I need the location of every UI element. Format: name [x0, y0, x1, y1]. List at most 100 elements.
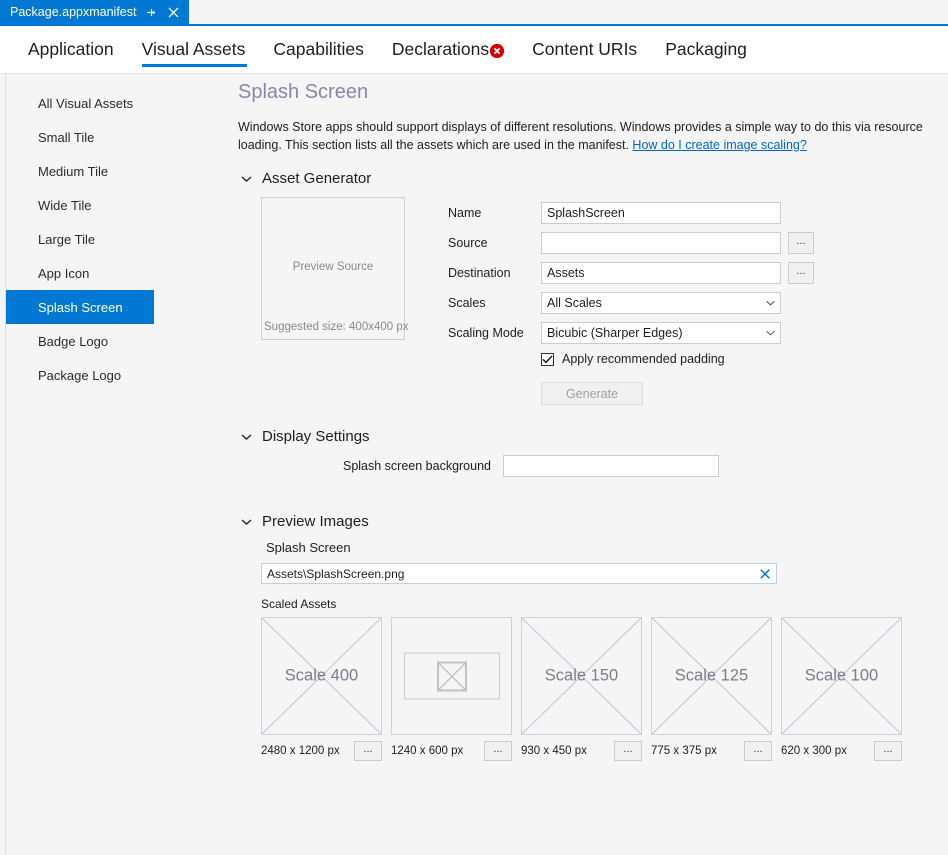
sidebar-item-label: Medium Tile [38, 163, 109, 179]
field-row-scaling-mode: Scaling Mode Bicubic (Sharper Edges) [448, 322, 814, 344]
main-pane: Splash Screen Windows Store apps should … [230, 74, 948, 855]
sidebar-item-label: Package Logo [38, 367, 122, 383]
apply-padding-row: Apply recommended padding [541, 352, 814, 366]
pin-icon[interactable] [142, 4, 159, 21]
destination-browse-button[interactable]: ... [788, 262, 814, 284]
sidebar-item-large-tile[interactable]: Large Tile [6, 222, 154, 256]
sidebar-item-splash-screen[interactable]: Splash Screen [6, 290, 154, 324]
splash-screen-path-field[interactable]: Assets\SplashScreen.png [261, 563, 777, 584]
scaled-asset-preview-broken-image[interactable] [391, 617, 512, 735]
document-tab-label: Package.appxmanifest [10, 5, 137, 19]
sidebar-item-label: App Icon [38, 265, 90, 281]
expander-label: Display Settings [262, 428, 370, 445]
tab-packaging[interactable]: Packaging [651, 26, 761, 74]
expander-label: Preview Images [262, 513, 369, 530]
sidebar-item-package-logo[interactable]: Package Logo [6, 358, 154, 392]
scaled-asset-item: Scale 400 2480 x 1200 px ... [261, 617, 382, 761]
field-row-destination: Destination Assets ... [448, 262, 814, 284]
chevron-down-icon [766, 330, 775, 336]
sidebar-item-label: Large Tile [38, 231, 96, 247]
scaled-asset-browse-button[interactable]: ... [354, 741, 382, 761]
sidebar-item-label: Small Tile [38, 129, 95, 145]
sidebar-item-small-tile[interactable]: Small Tile [6, 120, 154, 154]
source-browse-button[interactable]: ... [788, 232, 814, 254]
tab-application[interactable]: Application [14, 26, 128, 74]
sidebar-item-all-visual-assets[interactable]: All Visual Assets [6, 86, 154, 120]
asset-generator-body: Preview Source Suggested size: 400x400 p… [238, 197, 936, 405]
scaled-asset-browse-button[interactable]: ... [614, 741, 642, 761]
tab-label: Declarations [391, 39, 490, 59]
splash-background-input[interactable] [503, 455, 719, 477]
tab-label: Capabilities [273, 39, 364, 59]
scaled-asset-browse-button[interactable]: ... [484, 741, 512, 761]
scaled-asset-browse-button[interactable]: ... [744, 741, 772, 761]
scaled-asset-preview-scale-125[interactable]: Scale 125 [651, 617, 772, 735]
sidebar-item-badge-logo[interactable]: Badge Logo [6, 324, 154, 358]
tab-declarations[interactable]: Declarations [378, 26, 518, 74]
tab-label: Application [28, 39, 114, 59]
scaled-assets-label: Scaled Assets [261, 597, 337, 611]
scaled-asset-footer: 620 x 300 px ... [781, 741, 902, 761]
scaled-asset-item: Scale 150 930 x 450 px ... [521, 617, 642, 761]
scaled-asset-browse-button[interactable]: ... [874, 741, 902, 761]
sidebar-item-label: Badge Logo [38, 333, 109, 349]
expander-display-settings[interactable]: Display Settings [238, 428, 936, 445]
tab-label: Content URIs [532, 39, 638, 59]
field-label-name: Name [448, 206, 482, 220]
destination-input[interactable]: Assets [541, 262, 781, 284]
tab-label: Visual Assets [141, 39, 246, 59]
tab-visual-assets[interactable]: Visual Assets [128, 26, 260, 74]
field-label-scaling-mode: Scaling Mode [448, 326, 524, 340]
page-title: Splash Screen [238, 81, 369, 103]
name-input[interactable]: SplashScreen [541, 202, 781, 224]
scaling-mode-dropdown-value: Bicubic (Sharper Edges) [547, 326, 683, 340]
generate-button[interactable]: Generate [541, 382, 643, 405]
document-tab-package-appxmanifest[interactable]: Package.appxmanifest [0, 0, 190, 24]
scaled-asset-footer: 1240 x 600 px ... [391, 741, 512, 761]
preview-source-dropzone[interactable]: Preview Source Suggested size: 400x400 p… [261, 197, 409, 340]
field-row-source: Source ... [448, 232, 814, 254]
sidebar-item-label: Wide Tile [38, 197, 92, 213]
broken-image-inner [436, 661, 467, 691]
close-icon[interactable] [760, 568, 770, 579]
scaling-mode-dropdown[interactable]: Bicubic (Sharper Edges) [541, 322, 781, 344]
scaled-asset-size: 1240 x 600 px [391, 745, 464, 757]
scaled-asset-preview-scale-150[interactable]: Scale 150 [521, 617, 642, 735]
chevron-down-icon [238, 175, 254, 183]
scales-dropdown[interactable]: All Scales [541, 292, 781, 314]
scaled-asset-size: 930 x 450 px [521, 745, 587, 757]
expander-preview-images[interactable]: Preview Images [238, 513, 936, 530]
sidebar-item-medium-tile[interactable]: Medium Tile [6, 154, 154, 188]
sidebar-item-label: All Visual Assets [38, 95, 134, 111]
image-scaling-help-link[interactable]: How do I create image scaling? [632, 138, 806, 152]
sidebar-item-app-icon[interactable]: App Icon [6, 256, 154, 290]
tab-content-uris[interactable]: Content URIs [518, 26, 651, 74]
apply-padding-label: Apply recommended padding [562, 352, 725, 366]
scaled-asset-size: 620 x 300 px [781, 745, 847, 757]
preview-source-suggested-size: Suggested size: 400x400 px [264, 321, 409, 333]
expander-asset-generator[interactable]: Asset Generator [238, 170, 936, 187]
splash-background-row: Splash screen background [238, 455, 936, 477]
close-icon[interactable] [165, 4, 182, 21]
field-label-destination: Destination [448, 266, 511, 280]
expander-label: Asset Generator [262, 170, 372, 187]
scaled-assets-list: Scale 400 2480 x 1200 px ... 1240 x 600 … [261, 617, 936, 761]
apply-padding-checkbox[interactable] [541, 352, 554, 366]
field-row-scales: Scales All Scales [448, 292, 814, 314]
preview-source-label: Preview Source [292, 261, 374, 273]
document-tab-strip: Package.appxmanifest [0, 0, 948, 24]
sidebar-item-wide-tile[interactable]: Wide Tile [6, 188, 154, 222]
scaled-asset-preview-scale-100[interactable]: Scale 100 [781, 617, 902, 735]
page-description: Windows Store apps should support displa… [238, 118, 936, 154]
scaled-asset-footer: 2480 x 1200 px ... [261, 741, 382, 761]
broken-image-icon [403, 652, 500, 700]
tab-capabilities[interactable]: Capabilities [259, 26, 377, 74]
chevron-down-icon [238, 433, 254, 441]
scaled-asset-caption: Scale 150 [544, 666, 619, 685]
scaled-asset-preview-scale-400[interactable]: Scale 400 [261, 617, 382, 735]
preview-images-subheader: Splash Screen [266, 540, 351, 555]
source-input[interactable] [541, 232, 781, 254]
scaled-asset-caption: Scale 400 [284, 666, 359, 685]
